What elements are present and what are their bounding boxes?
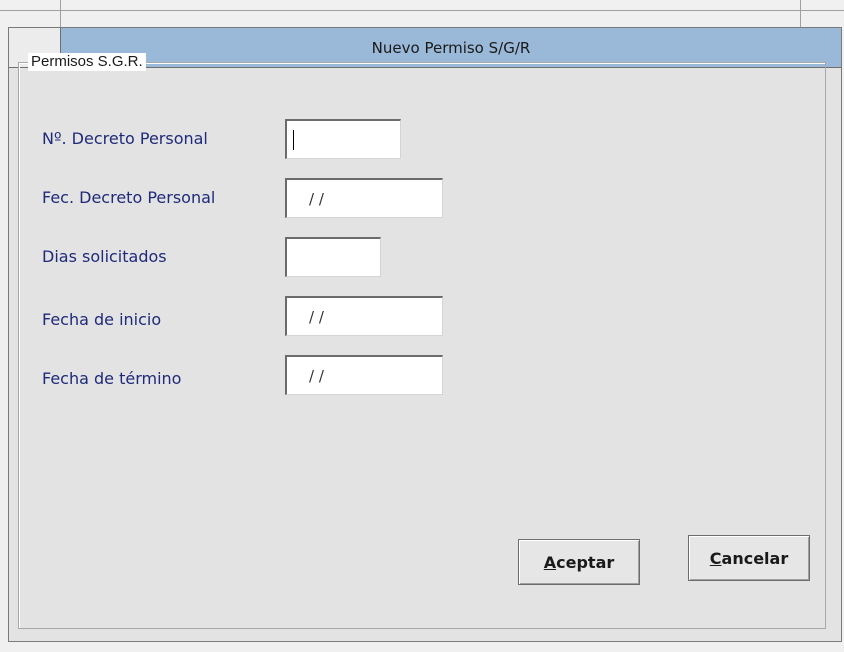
fecha-termino-input[interactable]: / / [285,355,443,395]
fecha-decreto-value: / / [309,190,324,208]
dias-solicitados-input[interactable] [285,237,381,277]
fecha-inicio-value: / / [309,308,324,326]
cancel-label: ancelar [721,548,789,568]
accept-accelerator: A [543,552,557,572]
fecha-inicio-input[interactable]: / / [285,296,443,336]
fecha-decreto-input[interactable]: / / [285,178,443,218]
background-vline-left [60,0,61,27]
background-line [0,10,844,11]
decreto-personal-input[interactable] [285,119,401,159]
background-vline-right [800,0,801,27]
accept-button[interactable]: Aceptar [518,539,640,585]
background-strip [0,0,844,8]
fecha-termino-label: Fecha de término [42,369,182,388]
fecha-termino-value: / / [309,367,324,385]
fecha-decreto-label: Fec. Decreto Personal [42,188,216,207]
accept-label: ceptar [556,552,615,572]
cancel-accelerator: C [709,548,722,568]
window-title: Nuevo Permiso S/G/R [371,38,531,57]
cancel-button[interactable]: Cancelar [688,535,810,581]
group-box-legend: Permisos S.G.R. [28,53,146,71]
dias-solicitados-label: Dias solicitados [42,247,167,266]
decreto-personal-label: Nº. Decreto Personal [42,129,208,148]
fecha-inicio-label: Fecha de inicio [42,310,162,329]
text-caret [293,130,294,150]
